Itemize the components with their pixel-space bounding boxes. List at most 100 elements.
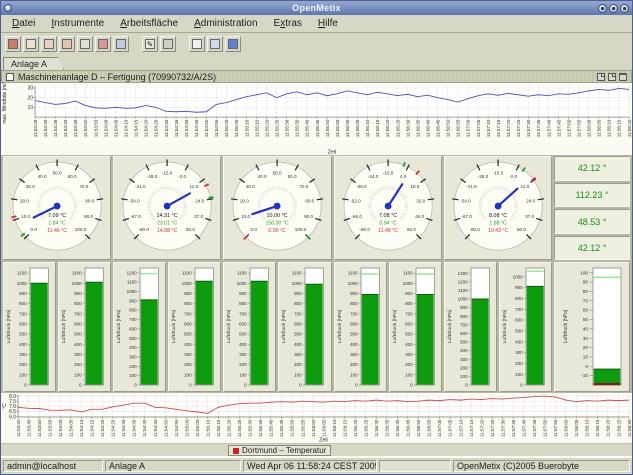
table-instrument-button[interactable] — [77, 36, 93, 52]
edit-pen-button[interactable]: ✎ — [142, 36, 158, 52]
svg-text:11:55:30: 11:55:30 — [285, 119, 290, 137]
chart-instrument-button[interactable] — [41, 36, 57, 52]
gauge-dial: -80.0 -67.0 -54.0 -41.0-28.0 -15.0 -2.011.0 24… — [451, 159, 545, 251]
bar-fill — [30, 283, 48, 386]
svg-text:11:58:20: 11:58:20 — [627, 119, 632, 137]
bar-axis-label: Luftdruck [hPa] — [171, 309, 177, 343]
display-instrument-button[interactable] — [59, 36, 75, 52]
svg-text:100: 100 — [74, 373, 82, 378]
svg-text:24.0: 24.0 — [195, 199, 204, 204]
svg-text:300: 300 — [295, 352, 303, 357]
print-button[interactable] — [160, 36, 176, 52]
svg-text:11:54:40: 11:54:40 — [184, 119, 189, 137]
svg-text:11:53:40: 11:53:40 — [63, 119, 68, 137]
gauge-high-marker — [243, 235, 249, 241]
svg-text:200: 200 — [129, 364, 137, 369]
svg-text:0: 0 — [465, 383, 468, 388]
menu-instrumente[interactable]: Instrumente — [43, 16, 112, 31]
gauge-panel-3: 0.0 10.0 20.0 30.0 40.0 50.0 60.0 70.0 80.0 90.0 1… — [223, 156, 332, 261]
bar-instrument-button[interactable] — [23, 36, 39, 52]
svg-text:11:57:45: 11:57:45 — [532, 419, 537, 437]
bar-meter: Luftdruck [hPa] 0 100 200 300 400 500 600 700 800… — [392, 268, 435, 388]
bar-meter-panel-11: Luftdruck [hPa] -10 0 10 20 30 40 50 60 70 80 90 100 — [553, 262, 630, 393]
bar-meter-panel-2: Luftdruck [hPa] 0 100 200 300 400 500 600 700 800… — [58, 262, 112, 393]
svg-text:11:54:35: 11:54:35 — [132, 419, 137, 437]
close-button[interactable] — [620, 3, 629, 13]
svg-text:11:58:30: 11:58:30 — [627, 419, 632, 437]
menu-arbeitsflaeche[interactable]: Arbeitsfläche — [112, 16, 186, 31]
svg-text:11:57:30: 11:57:30 — [500, 419, 505, 437]
page-button[interactable] — [189, 36, 205, 52]
svg-text:-67.0: -67.0 — [461, 214, 472, 219]
svg-text:-28.0: -28.0 — [478, 174, 489, 179]
menu-extras[interactable]: Extras — [266, 16, 310, 31]
title-bar[interactable]: OpenMetix — [1, 1, 632, 15]
svg-text:11:55:10: 11:55:10 — [205, 419, 210, 437]
svg-text:11:55:30: 11:55:30 — [248, 419, 253, 437]
gauge-high-value: 11.48 °C — [378, 228, 398, 234]
svg-text:100.0: 100.0 — [295, 227, 307, 232]
svg-text:11:56:15: 11:56:15 — [375, 119, 380, 137]
menu-administration[interactable]: Administration — [186, 16, 265, 31]
svg-text:800: 800 — [405, 302, 413, 307]
menu-hilfe[interactable]: Hilfe — [310, 16, 346, 31]
legend-row: Dortmund – Temperatur — [1, 443, 632, 457]
gauge-dial: 0.0 10.0 20.0 30.040.0 50.0 60.070.0 80.0 90.0 1… — [10, 159, 104, 251]
window-title: OpenMetix — [292, 3, 341, 13]
svg-text:400: 400 — [350, 342, 358, 347]
status-bar: admin@localhost Anlage A Wed Apr 06 11:58:… — [1, 458, 632, 474]
frame-restore-button[interactable] — [608, 72, 616, 81]
svg-text:11:55:25: 11:55:25 — [237, 419, 242, 437]
wind-chart-panel: 10 20 30 11:53:25 11:53:30 11:53:35 11:53:40 11… — [1, 83, 632, 156]
alarm-instrument-button[interactable] — [95, 36, 111, 52]
svg-text:900: 900 — [239, 291, 247, 296]
gauge-current-value: 7.08 °C — [379, 213, 397, 219]
menu-datei[interactable]: Datei — [4, 16, 43, 31]
svg-text:11:53:45: 11:53:45 — [26, 419, 31, 437]
svg-text:500: 500 — [239, 332, 247, 337]
svg-text:11:55:35: 11:55:35 — [258, 419, 263, 437]
bar-meter-panel-9: Luftdruck [hPa] 0 100 200 300 400 500 600 700 800… — [443, 262, 497, 393]
svg-text:800: 800 — [19, 302, 27, 307]
save-button[interactable] — [225, 36, 241, 52]
svg-text:0: 0 — [585, 364, 588, 369]
gauge-instrument-button[interactable] — [5, 36, 21, 52]
gauge-current-value: 8.08 °C — [489, 213, 507, 219]
svg-text:11:56:30: 11:56:30 — [374, 419, 379, 437]
svg-text:40.0: 40.0 — [258, 174, 267, 179]
svg-text:700: 700 — [239, 312, 247, 317]
svg-text:11:55:40: 11:55:40 — [269, 419, 274, 437]
svg-text:11:57:05: 11:57:05 — [448, 419, 453, 437]
svg-text:700: 700 — [515, 307, 523, 312]
svg-text:500: 500 — [405, 332, 413, 337]
frame-button[interactable] — [207, 36, 223, 52]
svg-text:90: 90 — [583, 280, 589, 285]
svg-text:24.0: 24.0 — [526, 199, 535, 204]
internal-frame-header[interactable]: Maschinenanlage D – Fertigung (70990732/… — [1, 70, 632, 83]
svg-text:-10.0: -10.0 — [382, 171, 393, 176]
frame-detach-button[interactable] — [597, 72, 605, 81]
svg-text:6.0: 6.0 — [9, 415, 16, 421]
frame-checkbox[interactable] — [6, 72, 14, 81]
frame-maximize-button[interactable] — [619, 72, 627, 81]
svg-text:11:54:35: 11:54:35 — [174, 119, 179, 137]
svg-text:11:58:20: 11:58:20 — [606, 419, 611, 437]
svg-text:37.0: 37.0 — [525, 214, 534, 219]
window-instrument-button[interactable] — [113, 36, 129, 52]
bar-meter-panel-7: Luftdruck [hPa] 0 100 200 300 400 500 600 700 800… — [333, 262, 387, 393]
maximize-button[interactable] — [609, 3, 618, 13]
tab-anlage-a[interactable]: Anlage A — [3, 57, 64, 70]
bar-axis-label: Luftdruck [hPa] — [392, 309, 398, 343]
print-icon — [163, 39, 173, 49]
svg-text:11:56:35: 11:56:35 — [385, 419, 390, 437]
svg-text:11:55:45: 11:55:45 — [315, 119, 320, 137]
minimize-button[interactable] — [598, 3, 607, 13]
svg-text:-66.0: -66.0 — [351, 214, 362, 219]
gauge-low-value: 1.88 °C — [489, 221, 507, 227]
svg-text:1100: 1100 — [127, 280, 137, 285]
bar-fill — [471, 299, 489, 386]
svg-text:300: 300 — [239, 352, 247, 357]
y-axis-label: °C — [2, 403, 8, 409]
svg-text:11:57:10: 11:57:10 — [486, 119, 491, 137]
svg-text:11:57:45: 11:57:45 — [556, 119, 561, 137]
